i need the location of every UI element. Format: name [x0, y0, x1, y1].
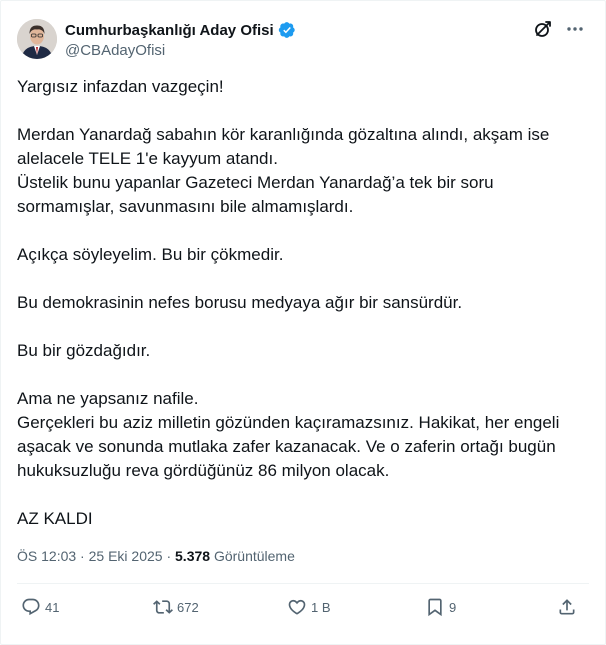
tweet-card: Cumhurbaşkanlığı Aday Ofisi @CBAdayOfisi — [0, 0, 606, 645]
bookmark-count: 9 — [449, 599, 457, 615]
verified-badge-icon[interactable] — [278, 21, 296, 39]
tweet-paragraph: Ama ne yapsanız nafile. Gerçekleri bu azi… — [17, 387, 587, 483]
tweet-header: Cumhurbaşkanlığı Aday Ofisi @CBAdayOfisi — [17, 17, 589, 65]
tweet-line: Yargısız infazdan vazgeçin! — [17, 77, 224, 96]
tweet-time[interactable]: ÖS 12:03 — [17, 548, 76, 564]
bookmark-icon — [425, 597, 445, 617]
author-names: Cumhurbaşkanlığı Aday Ofisi @CBAdayOfisi — [65, 20, 296, 59]
tweet-paragraph: AZ KALDI — [17, 507, 587, 531]
like-count: 1 B — [311, 599, 331, 615]
retweet-count: 672 — [177, 599, 199, 615]
tweet-paragraph: Yargısız infazdan vazgeçin! — [17, 75, 587, 99]
author-handle[interactable]: @CBAdayOfisi — [65, 42, 296, 59]
tweet-line: Merdan Yanardağ sabahın kör karanlığında… — [17, 125, 550, 144]
divider — [17, 583, 589, 584]
tweet-meta: ÖS 12:03 · 25 Eki 2025 · 5.378 Görüntüle… — [17, 546, 295, 566]
share-button[interactable] — [557, 595, 577, 619]
retweet-button[interactable]: 672 — [153, 595, 199, 619]
reply-count: 41 — [45, 599, 60, 615]
tweet-line: Ama ne yapsanız nafile. — [17, 389, 199, 408]
retweet-icon — [153, 597, 173, 617]
action-bar: 41 672 1 B 9 — [17, 595, 589, 619]
tweet-line: hukuksuzluğu reva gördüğünüz 86 milyon o… — [17, 461, 390, 480]
tweet-paragraph: Merdan Yanardağ sabahın kör karanlığında… — [17, 123, 587, 219]
more-dots-icon[interactable] — [565, 19, 585, 39]
tweet-paragraph: Bu bir gözdağıdır. — [17, 339, 587, 363]
tweet-line: Açıkça söyleyelim. Bu bir çökmedir. — [17, 245, 284, 264]
author-display-name[interactable]: Cumhurbaşkanlığı Aday Ofisi — [65, 22, 274, 39]
share-icon — [557, 597, 577, 617]
like-button[interactable]: 1 B — [287, 595, 331, 619]
meta-separator: · — [80, 548, 85, 564]
tweet-line: Bu bir gözdağıdır. — [17, 341, 151, 360]
views-label: Görüntüleme — [213, 548, 295, 564]
tweet-date[interactable]: 25 Eki 2025 — [89, 548, 163, 564]
tweet-line: Bu demokrasinin nefes borusu medyaya ağı… — [17, 293, 463, 312]
reply-icon — [21, 597, 41, 617]
reply-button[interactable]: 41 — [21, 595, 59, 619]
grok-icon[interactable] — [533, 19, 553, 39]
tweet-line: alelacele TELE 1'e kayyum atandı. — [17, 149, 278, 168]
tweet-text: Yargısız infazdan vazgeçin! Merdan Yanard… — [17, 75, 587, 531]
tweet-line: Üstelik bunu yapanlar Gazeteci Merdan Ya… — [17, 173, 494, 192]
tweet-paragraph: Açıkça söyleyelim. Bu bir çökmedir. — [17, 243, 587, 267]
tweet-line: AZ KALDI — [17, 509, 93, 528]
bookmark-button[interactable]: 9 — [425, 595, 456, 619]
display-name-row: Cumhurbaşkanlığı Aday Ofisi — [65, 20, 296, 40]
heart-icon — [287, 597, 307, 617]
avatar[interactable] — [17, 19, 57, 59]
tweet-line: aşacak ve sonunda mutlaka zafer kazanaca… — [17, 437, 556, 456]
tweet-paragraph: Bu demokrasinin nefes borusu medyaya ağı… — [17, 291, 587, 315]
meta-separator: · — [166, 548, 172, 564]
views-count: 5.378 — [175, 548, 211, 564]
tweet-line: sormamışlar, savunmasını bile almamışlar… — [17, 197, 354, 216]
tweet-line: Gerçekleri bu aziz milletin gözünden kaç… — [17, 413, 560, 432]
header-actions — [533, 19, 585, 39]
